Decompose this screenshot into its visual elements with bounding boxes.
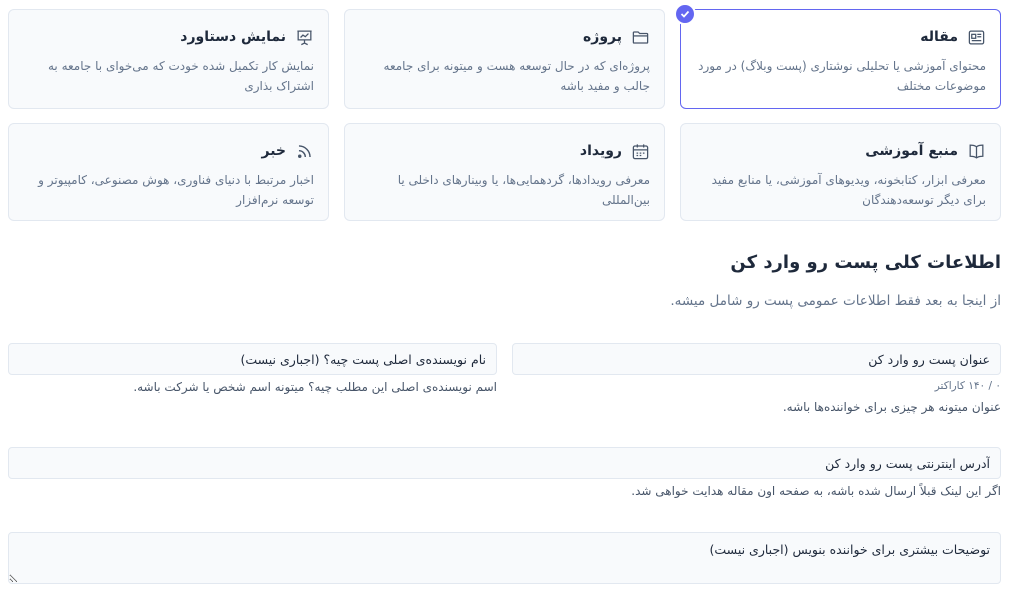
article-icon <box>966 27 986 47</box>
presentation-chart-icon <box>294 27 314 47</box>
post-title-input[interactable] <box>512 343 1001 375</box>
description-textarea[interactable] <box>8 532 1001 584</box>
card-title: نمایش دستاورد <box>180 29 286 45</box>
post-type-card-event[interactable]: رویداد معرفی رویدادها، گردهمایی‌ها، یا و… <box>344 123 665 221</box>
author-hint: اسم نویسنده‌ی اصلی این مطلب چیه؟ میتونه … <box>133 380 497 394</box>
card-description: اخبار مرتبط با دنیای فناوری، هوش مصنوعی،… <box>38 173 314 207</box>
card-description: محتوای آموزشی یا تحلیلی نوشتاری (پست وبل… <box>698 59 986 93</box>
post-type-card-article[interactable]: مقاله محتوای آموزشی یا تحلیلی نوشتاری (پ… <box>674 3 1001 109</box>
post-type-grid: مقاله محتوای آموزشی یا تحلیلی نوشتاری (پ… <box>8 3 1001 221</box>
card-description: نمایش کار تکمیل شده خودت که می‌خوای با ج… <box>48 59 314 93</box>
selected-check-icon <box>674 3 696 25</box>
card-header: نمایش دستاورد <box>23 26 314 48</box>
section-title: اطلاعات کلی پست رو وارد کن <box>730 252 1001 273</box>
card-title: منبع آموزشی <box>865 143 958 159</box>
folder-icon <box>630 27 650 47</box>
section-subtitle: از اینجا به بعد فقط اطلاعات عمومی پست رو… <box>670 293 1001 309</box>
post-type-card-project[interactable]: پروژه پروژه‌ای که در حال توسعه هست و میت… <box>344 9 665 109</box>
url-hint: اگر این لینک قبلاً ارسال شده باشه، به صف… <box>631 484 1001 498</box>
post-url-input[interactable] <box>8 447 1001 479</box>
card-header: پروژه <box>359 26 650 48</box>
post-type-card-resource[interactable]: منبع آموزشی معرفی ابزار، کتابخونه، ویدیو… <box>680 123 1001 221</box>
rss-icon <box>294 141 314 161</box>
card-header: مقاله <box>695 26 986 48</box>
card-title: پروژه <box>583 29 622 45</box>
card-header: خبر <box>23 140 314 162</box>
card-header: رویداد <box>359 140 650 162</box>
calendar-icon <box>630 141 650 161</box>
post-type-card-showcase[interactable]: نمایش دستاورد نمایش کار تکمیل شده خودت ک… <box>8 9 329 109</box>
card-title: خبر <box>261 143 286 159</box>
post-type-card-news[interactable]: خبر اخبار مرتبط با دنیای فناوری، هوش مصن… <box>8 123 329 221</box>
card-header: منبع آموزشی <box>695 140 986 162</box>
card-description: معرفی ابزار، کتابخونه، ویدیوهای آموزشی، … <box>711 173 986 207</box>
book-icon <box>966 141 986 161</box>
title-hint: عنوان میتونه هر چیزی برای خواننده‌ها باش… <box>782 400 1001 414</box>
card-description: معرفی رویدادها، گردهمایی‌ها، یا وبینارها… <box>397 173 650 207</box>
author-name-input[interactable] <box>8 343 497 375</box>
title-char-counter: ۰ / ۱۴۰ کاراکتر <box>934 380 1001 392</box>
card-title: مقاله <box>920 29 958 45</box>
card-description: پروژه‌ای که در حال توسعه هست و میتونه بر… <box>383 59 650 93</box>
card-title: رویداد <box>579 143 622 159</box>
